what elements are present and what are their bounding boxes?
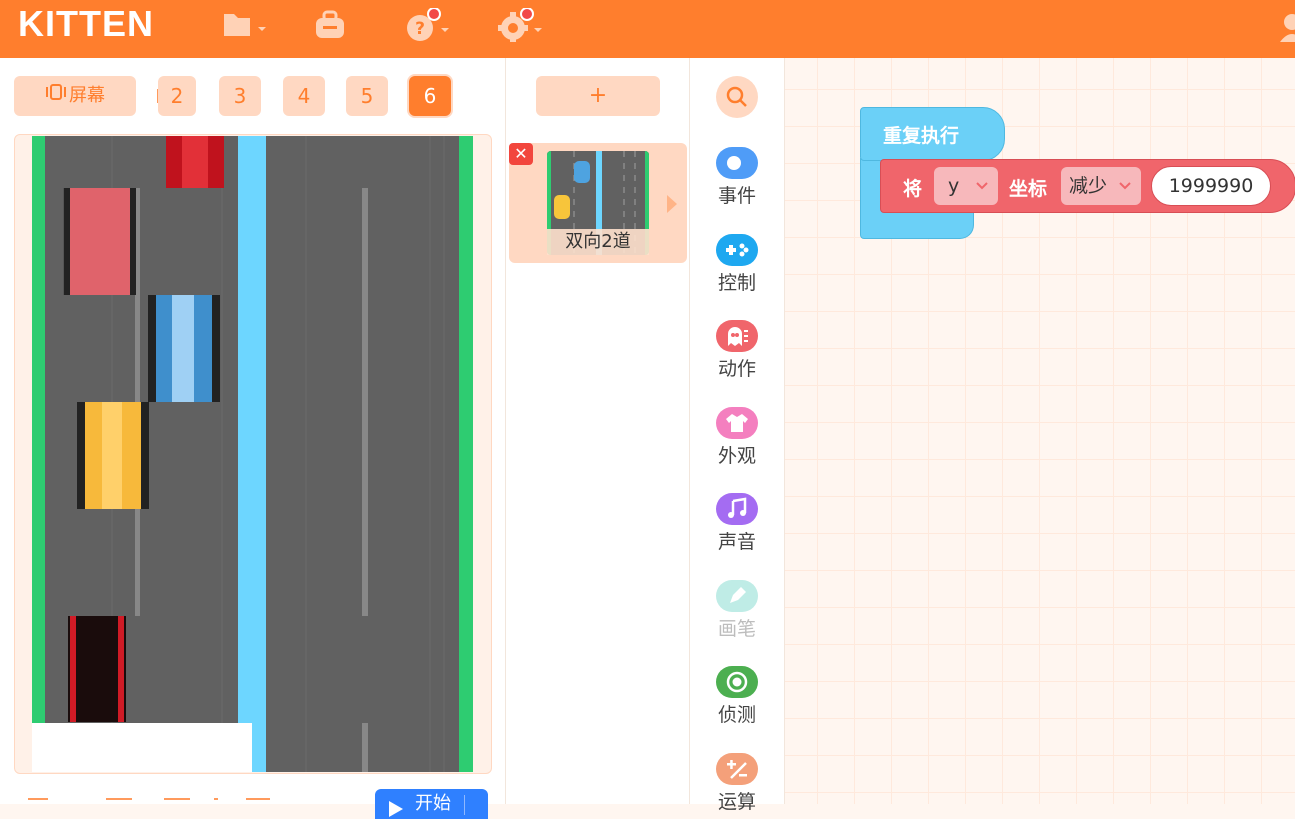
delete-sprite-icon[interactable]: ✕ [509, 143, 533, 165]
screen-button[interactable]: 屏幕 [14, 76, 136, 116]
scene-tab-5[interactable]: 5 [346, 76, 388, 116]
chevron-down-icon [976, 182, 988, 190]
toggle-icon [716, 147, 758, 179]
search-icon[interactable] [716, 76, 758, 118]
road-scene [32, 136, 473, 772]
category-sound[interactable]: 声音 [690, 493, 784, 555]
category-label: 画笔 [717, 618, 756, 640]
top-bar: KITTEN ? [0, 0, 1295, 58]
repeat-block-foot [860, 210, 974, 239]
repeat-forever-block[interactable]: 重复执行 [860, 107, 1005, 161]
start-divider [464, 795, 465, 815]
sprite-name: 双向2道 [547, 229, 649, 255]
mode-dropdown[interactable]: 减少 [1061, 167, 1141, 205]
pen-icon [716, 580, 758, 612]
dark-red-car [68, 616, 126, 722]
small-stage-icon[interactable] [28, 798, 48, 810]
stage-panel: 屏幕 2 3 4 5 6 开始 [0, 58, 506, 819]
fullscreen-icon[interactable] [164, 798, 190, 810]
music-note-icon [716, 493, 758, 525]
sprite-card[interactable]: ✕ 双向2道 [509, 143, 687, 263]
scene-tab-6[interactable]: 6 [409, 76, 451, 116]
sprite-panel: + ✕ 双向2道 [506, 58, 690, 804]
category-label: 控制 [717, 272, 756, 294]
gamepad-icon [716, 234, 758, 266]
screen-icon [45, 76, 67, 116]
start-button[interactable]: 开始 [375, 789, 488, 819]
svg-text:?: ? [415, 19, 425, 39]
lane-line [362, 723, 368, 772]
category-motion[interactable]: 动作 [690, 320, 784, 382]
left-grass [32, 136, 45, 772]
divider-icon [214, 798, 218, 810]
axis-label: 坐标 [1009, 178, 1048, 200]
axis-dropdown[interactable]: y [934, 167, 998, 205]
category-pen[interactable]: 画笔 [690, 580, 784, 642]
block-prefix: 将 [903, 178, 923, 200]
code-workspace[interactable]: 重复执行 将 y 坐标 减少 1999990 [785, 58, 1295, 804]
start-button-label: 开始 [415, 793, 451, 814]
right-grass [459, 136, 473, 772]
chevron-down-icon [1119, 182, 1131, 190]
debug-icon[interactable] [246, 798, 270, 810]
stage-canvas[interactable] [32, 136, 473, 772]
shirt-icon [716, 407, 758, 439]
category-label: 侦测 [717, 704, 756, 726]
value-input[interactable]: 1999990 [1151, 166, 1271, 206]
target-icon [716, 666, 758, 698]
scene-tab-3[interactable]: 3 [219, 76, 261, 116]
backpack-icon[interactable] [314, 8, 358, 40]
category-operators[interactable]: 运算 [690, 753, 784, 815]
app-logo: KITTEN [18, 3, 154, 44]
red-car-top [166, 136, 224, 188]
scene-tab-4[interactable]: 4 [283, 76, 325, 116]
pink-car [64, 188, 136, 295]
block-category-panel: 事件 控制 动作 外观 声音 画笔 侦测 运算 [690, 58, 785, 813]
category-events[interactable]: 事件 [690, 147, 784, 209]
category-looks[interactable]: 外观 [690, 407, 784, 469]
category-label: 动作 [717, 358, 756, 380]
stage-overlay [32, 723, 252, 772]
chevron-right-icon[interactable] [667, 195, 677, 217]
category-label: 事件 [717, 185, 756, 207]
scene-tab-2[interactable]: 2 [158, 76, 196, 116]
blue-car [148, 295, 220, 402]
change-coordinate-block[interactable]: 将 y 坐标 减少 1999990 [880, 159, 1295, 213]
add-sprite-button[interactable]: + [536, 76, 660, 116]
category-label: 声音 [717, 531, 756, 553]
play-icon [389, 797, 403, 819]
axis-value: y [948, 175, 960, 197]
stage-frame [14, 134, 492, 774]
category-control[interactable]: 控制 [690, 234, 784, 296]
category-label: 外观 [717, 445, 756, 467]
repeat-block-label: 重复执行 [883, 125, 960, 147]
center-divider [238, 136, 266, 772]
settings-icon[interactable] [496, 8, 542, 42]
math-icon [716, 753, 758, 785]
help-icon[interactable]: ? [404, 8, 449, 41]
lane-line [362, 188, 368, 616]
screen-button-label: 屏幕 [69, 85, 105, 106]
category-label: 运算 [717, 791, 756, 813]
category-sensing[interactable]: 侦测 [690, 666, 784, 728]
mode-value: 减少 [1069, 175, 1108, 197]
user-icon[interactable] [1278, 8, 1295, 42]
yellow-car [77, 402, 149, 509]
grid-icon[interactable] [106, 798, 132, 810]
ghost-icon [716, 320, 758, 352]
folder-icon[interactable] [222, 8, 266, 40]
